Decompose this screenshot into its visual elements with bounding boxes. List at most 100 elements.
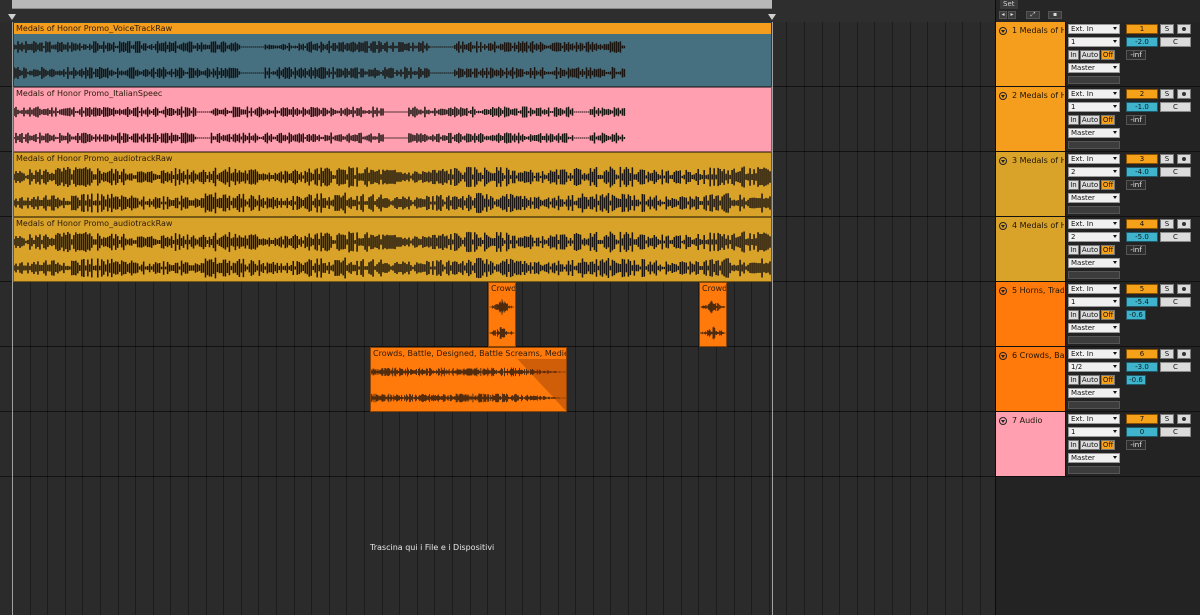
input-channel-select[interactable]: 2: [1068, 167, 1120, 177]
arrangement-grid[interactable]: Medals of Honor Promo_VoiceTrackRaw Meda…: [0, 22, 995, 615]
volume-field[interactable]: -5.4: [1126, 297, 1158, 307]
send-field[interactable]: -0.6: [1126, 375, 1146, 385]
expand-icon[interactable]: ⤢: [1026, 11, 1040, 19]
mixer-track-2[interactable]: 2 Medals of H Ext. In 1 In Auto Off Mast…: [996, 87, 1200, 152]
monitor-off-button[interactable]: Off: [1101, 50, 1115, 60]
fold-track-icon[interactable]: [999, 157, 1007, 165]
audio-clip-crowds-2[interactable]: Crowds: [699, 282, 727, 347]
input-type-select[interactable]: Ext. In: [1068, 89, 1120, 99]
monitor-in-button[interactable]: In: [1068, 50, 1079, 60]
mixer-track-7[interactable]: 7 Audio Ext. In 1 In Auto Off Master 7 S…: [996, 412, 1200, 477]
loop-region[interactable]: [12, 0, 772, 9]
track-name-tab[interactable]: 1 Medals of H: [996, 22, 1066, 86]
monitor-off-button[interactable]: Off: [1101, 310, 1115, 320]
drop-area[interactable]: [0, 477, 995, 615]
fold-track-icon[interactable]: [999, 222, 1007, 230]
solo-button[interactable]: S: [1160, 219, 1174, 229]
volume-field[interactable]: -5.0: [1126, 232, 1158, 242]
monitor-in-button[interactable]: In: [1068, 115, 1079, 125]
output-sub-select[interactable]: [1068, 271, 1120, 279]
monitor-off-button[interactable]: Off: [1101, 115, 1115, 125]
audio-clip-voicetrack[interactable]: Medals of Honor Promo_VoiceTrackRaw: [13, 22, 772, 87]
mixer-track-5[interactable]: 5 Horns, Trad Ext. In 1 In Auto Off Mast…: [996, 282, 1200, 347]
send-field[interactable]: -inf: [1126, 180, 1146, 190]
input-type-select[interactable]: Ext. In: [1068, 349, 1120, 359]
arm-record-button[interactable]: [1177, 89, 1191, 99]
loop-start-marker[interactable]: [8, 14, 16, 20]
send-field[interactable]: -0.6: [1126, 310, 1146, 320]
solo-button[interactable]: S: [1160, 154, 1174, 164]
fold-track-icon[interactable]: [999, 352, 1007, 360]
arm-record-button[interactable]: [1177, 24, 1191, 34]
input-channel-select[interactable]: 1: [1068, 37, 1120, 47]
monitor-auto-button[interactable]: Auto: [1080, 180, 1100, 190]
output-select[interactable]: Master: [1068, 323, 1120, 333]
track-activator-button[interactable]: 4: [1126, 219, 1158, 229]
monitor-in-button[interactable]: In: [1068, 245, 1079, 255]
volume-field[interactable]: -4.0: [1126, 167, 1158, 177]
output-select[interactable]: Master: [1068, 193, 1120, 203]
output-sub-select[interactable]: [1068, 141, 1120, 149]
track-lane-7[interactable]: [0, 412, 995, 477]
output-sub-select[interactable]: [1068, 76, 1120, 84]
arm-record-button[interactable]: [1177, 414, 1191, 424]
input-channel-select[interactable]: 1/2: [1068, 362, 1120, 372]
monitor-in-button[interactable]: In: [1068, 440, 1079, 450]
output-select[interactable]: Master: [1068, 453, 1120, 463]
pan-field[interactable]: C: [1160, 102, 1191, 112]
solo-button[interactable]: S: [1160, 89, 1174, 99]
fold-track-icon[interactable]: [999, 287, 1007, 295]
send-field[interactable]: -inf: [1126, 50, 1146, 60]
arrow-left-icon[interactable]: ◂: [999, 11, 1007, 19]
track-activator-button[interactable]: 1: [1126, 24, 1158, 34]
arrangement-view[interactable]: Medals of Honor Promo_VoiceTrackRaw Meda…: [0, 0, 995, 615]
track-activator-button[interactable]: 5: [1126, 284, 1158, 294]
input-type-select[interactable]: Ext. In: [1068, 414, 1120, 424]
monitor-in-button[interactable]: In: [1068, 310, 1079, 320]
track-activator-button[interactable]: 2: [1126, 89, 1158, 99]
track-activator-button[interactable]: 3: [1126, 154, 1158, 164]
volume-field[interactable]: 0: [1126, 427, 1158, 437]
track-name-tab[interactable]: 4 Medals of H: [996, 217, 1066, 281]
monitor-in-button[interactable]: In: [1068, 375, 1079, 385]
output-select[interactable]: Master: [1068, 63, 1120, 73]
track-activator-button[interactable]: 6: [1126, 349, 1158, 359]
monitor-auto-button[interactable]: Auto: [1080, 310, 1100, 320]
arrow-right-icon[interactable]: ▸: [1008, 11, 1016, 19]
volume-field[interactable]: -2.0: [1126, 37, 1158, 47]
input-channel-select[interactable]: 2: [1068, 232, 1120, 242]
output-sub-select[interactable]: [1068, 206, 1120, 214]
pan-field[interactable]: C: [1160, 427, 1191, 437]
monitor-off-button[interactable]: Off: [1101, 375, 1115, 385]
audio-clip-audiotrack-b[interactable]: Medals of Honor Promo_audiotrackRaw: [13, 217, 772, 282]
output-select[interactable]: Master: [1068, 128, 1120, 138]
arm-record-button[interactable]: [1177, 349, 1191, 359]
track-name-tab[interactable]: 7 Audio: [996, 412, 1066, 476]
mixer-track-1[interactable]: 1 Medals of H Ext. In 1 In Auto Off Mast…: [996, 22, 1200, 87]
track-name-tab[interactable]: 3 Medals of H: [996, 152, 1066, 216]
pan-field[interactable]: C: [1160, 297, 1191, 307]
fade-out-region[interactable]: [517, 359, 566, 411]
audio-clip-crowds-battle[interactable]: Crowds, Battle, Designed, Battle Screams…: [370, 347, 567, 412]
fold-track-icon[interactable]: [999, 92, 1007, 100]
solo-button[interactable]: S: [1160, 414, 1174, 424]
input-type-select[interactable]: Ext. In: [1068, 24, 1120, 34]
mixer-track-3[interactable]: 3 Medals of H Ext. In 2 In Auto Off Mast…: [996, 152, 1200, 217]
output-select[interactable]: Master: [1068, 388, 1120, 398]
solo-button[interactable]: S: [1160, 284, 1174, 294]
audio-clip-audiotrack-a[interactable]: Medals of Honor Promo_audiotrackRaw: [13, 152, 772, 217]
monitor-auto-button[interactable]: Auto: [1080, 375, 1100, 385]
monitor-auto-button[interactable]: Auto: [1080, 245, 1100, 255]
monitor-off-button[interactable]: Off: [1101, 245, 1115, 255]
audio-clip-crowds-1[interactable]: Crowds: [488, 282, 516, 347]
output-sub-select[interactable]: [1068, 466, 1120, 474]
input-type-select[interactable]: Ext. In: [1068, 284, 1120, 294]
arm-record-button[interactable]: [1177, 154, 1191, 164]
monitor-in-button[interactable]: In: [1068, 180, 1079, 190]
input-type-select[interactable]: Ext. In: [1068, 154, 1120, 164]
solo-button[interactable]: S: [1160, 24, 1174, 34]
pan-field[interactable]: C: [1160, 232, 1191, 242]
arm-record-button[interactable]: [1177, 219, 1191, 229]
input-channel-select[interactable]: 1: [1068, 297, 1120, 307]
volume-field[interactable]: -1.0: [1126, 102, 1158, 112]
